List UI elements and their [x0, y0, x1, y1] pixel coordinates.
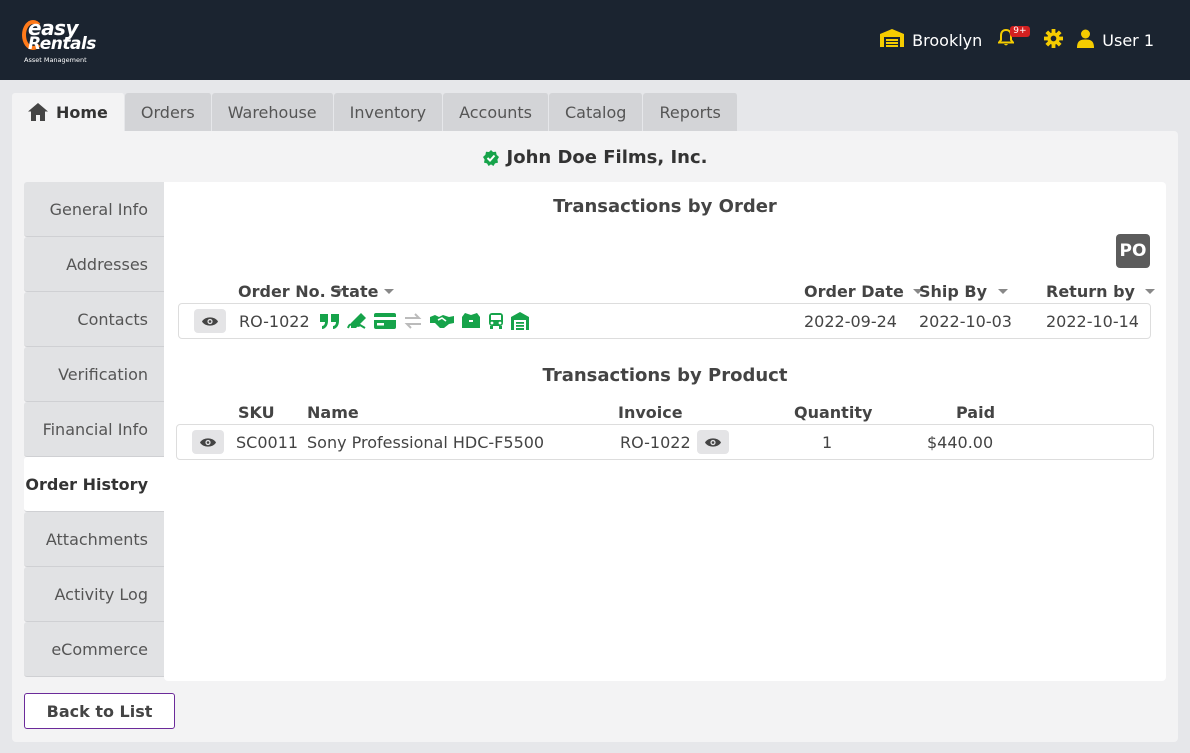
box-open-icon — [462, 313, 480, 328]
return-by-cell: 2022-10-14 — [1046, 312, 1139, 331]
col-name: Name — [307, 403, 359, 422]
user-name: User 1 — [1102, 30, 1154, 50]
po-button[interactable]: PO — [1116, 234, 1150, 268]
tab-label: Catalog — [565, 102, 627, 122]
orders-section-title: Transactions by Order — [553, 196, 777, 217]
sort-caret-icon — [998, 289, 1009, 294]
notification-badge: 9+ — [1010, 26, 1030, 37]
paid-cell: $440.00 — [927, 433, 994, 452]
col-ship-by-label: Ship By — [919, 282, 988, 301]
quantity-cell: 1 — [822, 433, 833, 452]
location-selector[interactable]: Brooklyn — [880, 29, 982, 51]
sort-caret-icon — [1144, 289, 1155, 294]
ship-by-cell: 2022-10-03 — [919, 312, 1012, 331]
side-nav: General Info Addresses Contacts Verifica… — [24, 182, 164, 677]
tab-label: Inventory — [349, 102, 427, 122]
sidebar-item-ecommerce[interactable]: eCommerce — [24, 622, 164, 677]
tab-inventory[interactable]: Inventory — [333, 93, 444, 131]
col-invoice: Invoice — [618, 403, 683, 422]
user-icon — [1077, 29, 1095, 52]
top-bar: easy Rentals Asset Management Brooklyn 9… — [0, 0, 1190, 80]
order-state-icons — [319, 312, 529, 330]
warehouse-icon — [880, 29, 905, 51]
tab-accounts[interactable]: Accounts — [443, 93, 549, 131]
order-history-content: Transactions by Order PO Order No. State… — [164, 182, 1166, 681]
exchange-icon — [404, 313, 422, 329]
app-logo[interactable]: easy Rentals Asset Management — [22, 16, 96, 66]
view-product-button[interactable] — [192, 430, 224, 454]
sidebar-item-activity-log[interactable]: Activity Log — [24, 567, 164, 622]
col-return-by[interactable]: Return by — [1046, 282, 1155, 301]
tab-orders[interactable]: Orders — [124, 93, 212, 131]
eye-icon — [200, 437, 216, 447]
customer-name: John Doe Films, Inc. — [506, 147, 708, 168]
col-state[interactable]: State — [330, 282, 395, 301]
product-name-cell: Sony Professional HDC-F5500 — [307, 433, 545, 452]
tab-label: Accounts — [459, 102, 532, 122]
sidebar-item-contacts[interactable]: Contacts — [24, 292, 164, 347]
products-section-title: Transactions by Product — [542, 365, 788, 386]
eye-icon — [202, 316, 218, 326]
handshake-icon — [430, 315, 454, 328]
sku-cell: SC0011 — [236, 433, 299, 452]
sidebar-item-general-info[interactable]: General Info — [24, 182, 164, 237]
col-order-date[interactable]: Order Date — [804, 282, 923, 301]
tab-label: Warehouse — [227, 102, 317, 122]
sidebar-item-order-history[interactable]: Order History — [24, 457, 164, 512]
home-icon — [28, 103, 48, 121]
order-date-cell: 2022-09-24 — [804, 312, 897, 331]
top-right-controls: Brooklyn 9+ User 1 — [880, 26, 1154, 52]
main-tabs: Home Orders Warehouse Inventory Accounts… — [12, 93, 738, 131]
truck-icon — [489, 313, 503, 329]
table-row[interactable]: RO-1022 2022-09-24 2022-10-03 2022-10-14 — [178, 303, 1151, 339]
settings-button[interactable] — [1044, 28, 1064, 52]
sidebar-item-addresses[interactable]: Addresses — [24, 237, 164, 292]
col-order-no-label: Order No. — [238, 282, 326, 301]
signature-icon — [347, 313, 366, 329]
tab-label: Reports — [659, 102, 721, 122]
col-order-date-label: Order Date — [804, 282, 904, 301]
back-to-list-button[interactable]: Back to List — [24, 693, 175, 729]
eye-icon — [705, 437, 721, 447]
notifications-button[interactable]: 9+ — [997, 26, 1030, 52]
tab-home[interactable]: Home — [12, 93, 125, 131]
col-ship-by[interactable]: Ship By — [919, 282, 1009, 301]
tab-label: Orders — [140, 102, 195, 122]
verified-check-icon — [482, 149, 499, 166]
customer-header: John Doe Films, Inc. — [12, 147, 1178, 168]
sort-caret-icon — [384, 289, 395, 294]
user-menu[interactable]: User 1 — [1077, 29, 1154, 52]
sidebar-item-financial-info[interactable]: Financial Info — [24, 402, 164, 457]
col-order-no[interactable]: Order No. — [238, 282, 344, 301]
tab-catalog[interactable]: Catalog — [549, 93, 644, 131]
sidebar-item-attachments[interactable]: Attachments — [24, 512, 164, 567]
tab-reports[interactable]: Reports — [643, 93, 738, 131]
warehouse-icon — [511, 312, 529, 330]
tab-warehouse[interactable]: Warehouse — [211, 93, 334, 131]
col-return-by-label: Return by — [1046, 282, 1135, 301]
credit-card-icon — [374, 313, 396, 329]
col-state-label: State — [330, 282, 379, 301]
invoice-cell[interactable]: RO-1022 — [620, 433, 691, 452]
tab-label: Home — [56, 102, 108, 122]
view-invoice-button[interactable] — [697, 430, 729, 454]
main-panel: John Doe Films, Inc. General Info Addres… — [12, 131, 1178, 742]
quote-icon — [320, 314, 339, 329]
order-no-cell[interactable]: RO-1022 — [239, 312, 310, 331]
col-quantity: Quantity — [794, 403, 873, 422]
col-sku: SKU — [238, 403, 275, 422]
sidebar-item-verification[interactable]: Verification — [24, 347, 164, 402]
view-order-button[interactable] — [194, 309, 226, 333]
table-row[interactable]: SC0011 Sony Professional HDC-F5500 RO-10… — [176, 424, 1154, 460]
location-name: Brooklyn — [912, 30, 983, 50]
col-paid: Paid — [956, 403, 996, 422]
gear-icon — [1044, 28, 1064, 52]
